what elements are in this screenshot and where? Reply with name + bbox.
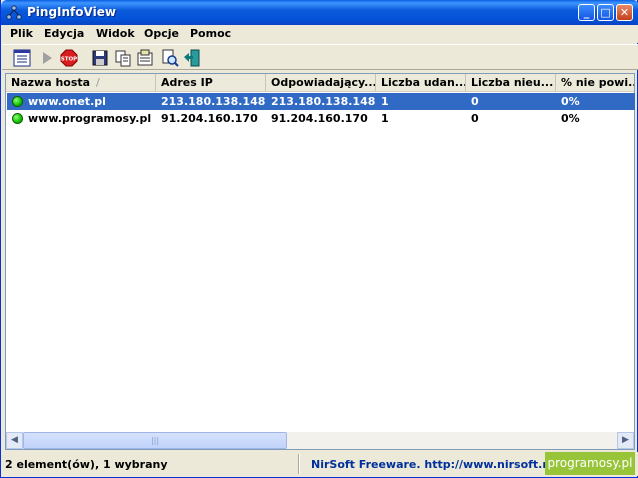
properties-list-icon[interactable] xyxy=(13,49,31,67)
start-icon[interactable] xyxy=(38,49,56,67)
title-bar[interactable]: PingInfoView _ □ ✕ xyxy=(1,0,638,25)
cell-succeeded: 1 xyxy=(381,112,389,125)
programosy-badge: programosy.pl xyxy=(545,452,635,475)
menu-widok[interactable]: Widok xyxy=(96,27,135,40)
column-header-replying[interactable]: Odpowiadający... xyxy=(266,74,376,91)
properties-icon[interactable] xyxy=(136,49,154,67)
status-ok-icon xyxy=(12,96,23,107)
stop-icon[interactable]: STOP xyxy=(60,49,78,67)
scroll-left-button[interactable]: ◀ xyxy=(6,432,23,449)
menu-opcje[interactable]: Opcje xyxy=(144,27,179,40)
save-icon[interactable] xyxy=(91,49,109,67)
table-row[interactable]: www.onet.pl 213.180.138.148 213.180.138.… xyxy=(7,93,635,110)
cell-failed-pct: 0% xyxy=(561,95,580,108)
maximize-button[interactable]: □ xyxy=(597,4,614,21)
minimize-button[interactable]: _ xyxy=(578,4,595,21)
close-icon: ✕ xyxy=(619,6,630,19)
maximize-icon: □ xyxy=(600,6,611,19)
cell-host: www.onet.pl xyxy=(28,95,106,108)
status-ok-icon xyxy=(12,113,23,124)
status-divider xyxy=(298,454,300,474)
menu-pomoc[interactable]: Pomoc xyxy=(190,27,231,40)
find-icon[interactable] xyxy=(161,49,179,67)
menu-bar: Plik Edycja Widok Opcje Pomoc xyxy=(2,25,638,43)
status-bar: 2 element(ów), 1 wybrany NirSoft Freewar… xyxy=(2,452,638,476)
column-header-succeeded[interactable]: Liczba udan... xyxy=(376,74,466,91)
window-title: PingInfoView xyxy=(27,5,116,19)
nirsoft-link[interactable]: NirSoft Freeware. http://www.nirsoft.net xyxy=(311,458,563,471)
hosts-table[interactable]: Nazwa hosta / Adres IP Odpowiadający... … xyxy=(5,73,635,450)
scroll-right-button[interactable]: ▶ xyxy=(617,432,634,449)
column-header-failed[interactable]: Liczba nieu... xyxy=(466,74,556,91)
grip-icon: ||| xyxy=(150,436,160,445)
menu-plik[interactable]: Plik xyxy=(10,27,33,40)
table-row[interactable]: www.programosy.pl 91.204.160.170 91.204.… xyxy=(7,110,635,127)
cell-failed-pct: 0% xyxy=(561,112,580,125)
sort-indicator-icon: / xyxy=(96,76,100,89)
column-header-host[interactable]: Nazwa hosta / xyxy=(6,74,156,91)
minimize-icon: _ xyxy=(583,6,590,19)
app-window: PingInfoView _ □ ✕ Plik Edycja Widok Opc… xyxy=(0,0,638,478)
menu-edycja[interactable]: Edycja xyxy=(44,27,84,40)
cell-ip: 91.204.160.170 xyxy=(161,112,258,125)
status-items-count: 2 element(ów), 1 wybrany xyxy=(5,458,168,471)
cell-failed: 0 xyxy=(471,112,479,125)
table-header: Nazwa hosta / Adres IP Odpowiadający... … xyxy=(6,74,634,92)
column-header-failed-pct[interactable]: % nie powi... xyxy=(556,74,634,91)
cell-host: www.programosy.pl xyxy=(28,112,152,125)
cell-replying: 91.204.160.170 xyxy=(271,112,368,125)
cell-ip: 213.180.138.148 xyxy=(161,95,266,108)
cell-replying: 213.180.138.148 xyxy=(271,95,376,108)
svg-text:STOP: STOP xyxy=(61,57,77,63)
toolbar: STOP xyxy=(2,44,638,70)
exit-icon[interactable] xyxy=(183,49,201,67)
cell-failed: 0 xyxy=(471,95,479,108)
chevron-right-icon: ▶ xyxy=(622,435,629,445)
chevron-left-icon: ◀ xyxy=(11,435,18,445)
cell-succeeded: 1 xyxy=(381,95,389,108)
scrollbar-thumb[interactable]: ||| xyxy=(23,432,287,449)
network-nodes-icon xyxy=(6,5,22,20)
horizontal-scrollbar[interactable]: ◀ ||| ▶ xyxy=(6,432,634,449)
close-button[interactable]: ✕ xyxy=(616,4,633,21)
copy-icon[interactable] xyxy=(114,49,132,67)
column-header-ip[interactable]: Adres IP xyxy=(156,74,266,91)
